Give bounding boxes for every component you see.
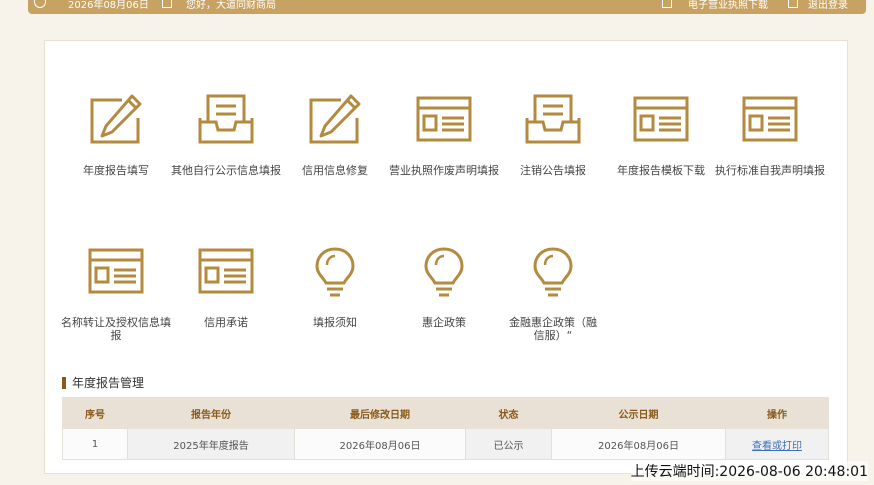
form-window-icon bbox=[198, 248, 254, 294]
tile-enterprise-policy[interactable]: 惠企政策 bbox=[389, 246, 499, 329]
tile-label: 年度报告模板下载 bbox=[617, 164, 705, 177]
column-header: 公示日期 bbox=[551, 397, 726, 429]
column-header: 状态 bbox=[465, 397, 552, 429]
cell-year: 2025年年度报告 bbox=[127, 428, 295, 460]
column-header: 序号 bbox=[62, 397, 128, 429]
cell-index: 1 bbox=[62, 428, 128, 460]
tile-cancellation-notice[interactable]: 注销公告填报 bbox=[498, 94, 608, 177]
form-window-icon bbox=[88, 248, 144, 294]
form-window-icon bbox=[416, 96, 472, 142]
cell-status: 已公示 bbox=[465, 428, 552, 460]
cell-action: 查看或打印 bbox=[725, 428, 829, 460]
edit-icon bbox=[90, 94, 142, 144]
tile-credit-commitment[interactable]: 信用承诺 bbox=[171, 246, 281, 329]
tile-label: 年度报告填写 bbox=[83, 164, 149, 177]
document-icon bbox=[162, 0, 172, 8]
tile-label: 金融惠企政策（融信服）“ bbox=[509, 316, 597, 342]
tile-name-transfer[interactable]: 名称转让及授权信息填报 bbox=[61, 246, 171, 342]
tile-standard-self-declaration[interactable]: 执行标准自我声明填报 bbox=[715, 94, 825, 177]
tile-label: 名称转让及授权信息填报 bbox=[61, 316, 171, 342]
edit-icon bbox=[309, 94, 361, 144]
tile-label: 注销公告填报 bbox=[520, 164, 586, 177]
tile-label: 惠企政策 bbox=[422, 316, 466, 329]
cell-publish-date: 2026年08月06日 bbox=[551, 428, 726, 460]
table-header-row: 序号 报告年份 最后修改日期 状态 公示日期 操作 bbox=[62, 397, 829, 429]
tile-label: 其他自行公示信息填报 bbox=[171, 164, 281, 177]
column-header: 最后修改日期 bbox=[294, 397, 466, 429]
inbox-icon bbox=[198, 94, 254, 144]
lightbulb-icon bbox=[533, 247, 573, 297]
download-icon[interactable] bbox=[662, 0, 672, 8]
top-notice: 您好，大道同财商局 bbox=[186, 0, 276, 11]
top-date: 2026年08月06日 bbox=[68, 0, 149, 11]
clock-icon bbox=[34, 0, 46, 8]
tile-label: 填报须知 bbox=[313, 316, 357, 329]
form-window-icon bbox=[742, 96, 798, 142]
cell-modified: 2026年08月06日 bbox=[294, 428, 466, 460]
tile-label: 营业执照作废声明填报 bbox=[389, 164, 499, 177]
tile-finance-policy[interactable]: 金融惠企政策（融信服）“ bbox=[498, 246, 608, 342]
tile-credit-repair[interactable]: 信用信息修复 bbox=[280, 94, 390, 177]
tile-license-void-statement[interactable]: 营业执照作废声明填报 bbox=[389, 94, 499, 177]
inbox-icon bbox=[525, 94, 581, 144]
tile-label: 信用信息修复 bbox=[302, 164, 368, 177]
top-bar: 2026年08月06日 您好，大道同财商局 电子营业执照下载 退出登录 bbox=[28, 0, 866, 14]
view-print-link[interactable]: 查看或打印 bbox=[752, 441, 802, 452]
upload-timestamp: 上传云端时间:2026-08-06 20:48:01 bbox=[630, 461, 868, 481]
annual-report-table: 序号 报告年份 最后修改日期 状态 公示日期 操作 1 2025年年度报告 20… bbox=[62, 397, 829, 460]
tile-other-disclosure[interactable]: 其他自行公示信息填报 bbox=[171, 94, 281, 177]
table-row: 1 2025年年度报告 2026年08月06日 已公示 2026年08月06日 … bbox=[62, 428, 829, 460]
license-download-link[interactable]: 电子营业执照下载 bbox=[688, 0, 768, 11]
tile-label: 信用承诺 bbox=[204, 316, 248, 329]
lightbulb-icon bbox=[315, 247, 355, 297]
logout-link[interactable]: 退出登录 bbox=[808, 0, 848, 11]
tile-filing-notes[interactable]: 填报须知 bbox=[280, 246, 390, 329]
tile-report-template-download[interactable]: 年度报告模板下载 bbox=[606, 94, 716, 177]
column-header: 报告年份 bbox=[127, 397, 295, 429]
logout-icon[interactable] bbox=[788, 0, 798, 8]
tile-annual-report-fill[interactable]: 年度报告填写 bbox=[61, 94, 171, 177]
column-header: 操作 bbox=[725, 397, 829, 429]
form-window-icon bbox=[633, 96, 689, 142]
lightbulb-icon bbox=[424, 247, 464, 297]
tile-label: 执行标准自我声明填报 bbox=[715, 164, 825, 177]
section-title: 年度报告管理 bbox=[62, 376, 144, 390]
